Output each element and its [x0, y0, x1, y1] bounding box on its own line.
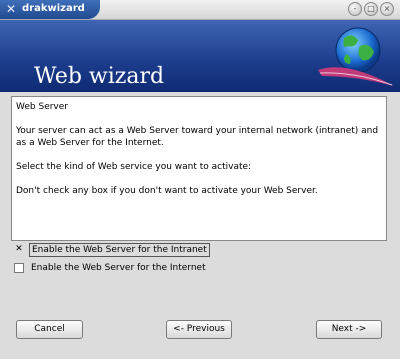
internet-checkbox[interactable] — [14, 262, 24, 273]
globe-feather-logo-icon — [318, 27, 394, 86]
info-paragraph-1: Your server can act as a Web Server towa… — [16, 126, 379, 148]
info-heading: Web Server — [16, 102, 68, 112]
intranet-option[interactable]: ✕ Enable the Web Server for the Intranet — [14, 242, 210, 257]
maximize-icon: □ — [367, 4, 375, 13]
intranet-checkbox[interactable]: ✕ — [14, 244, 24, 255]
intranet-label[interactable]: Enable the Web Server for the Intranet — [29, 242, 210, 257]
close-button[interactable]: × — [380, 2, 394, 16]
info-paragraph-2: Select the kind of Web service you want … — [16, 162, 252, 172]
title-bar[interactable]: ✕ drakwizard - □ × — [0, 0, 400, 20]
info-paragraph-3: Don't check any box if you don't want to… — [16, 186, 318, 196]
minimize-icon: - — [353, 4, 357, 13]
previous-button[interactable]: <- Previous — [166, 320, 232, 339]
maximize-button[interactable]: □ — [364, 2, 378, 16]
info-text-panel: Web Server Your server can act as a Web … — [11, 96, 387, 241]
internet-option[interactable]: Enable the Web Server for the Internet — [14, 261, 208, 274]
wizard-banner: Web wizard — [0, 20, 400, 92]
internet-label[interactable]: Enable the Web Server for the Internet — [29, 262, 208, 274]
next-button[interactable]: Next -> — [316, 320, 382, 339]
title-tab: ✕ drakwizard — [0, 0, 100, 19]
window-title: drakwizard — [22, 3, 85, 14]
minimize-button[interactable]: - — [348, 2, 362, 16]
cancel-button[interactable]: Cancel — [16, 320, 83, 339]
x-logo-icon: ✕ — [5, 2, 17, 16]
banner-title: Web wizard — [34, 64, 165, 89]
close-icon: × — [383, 4, 391, 13]
